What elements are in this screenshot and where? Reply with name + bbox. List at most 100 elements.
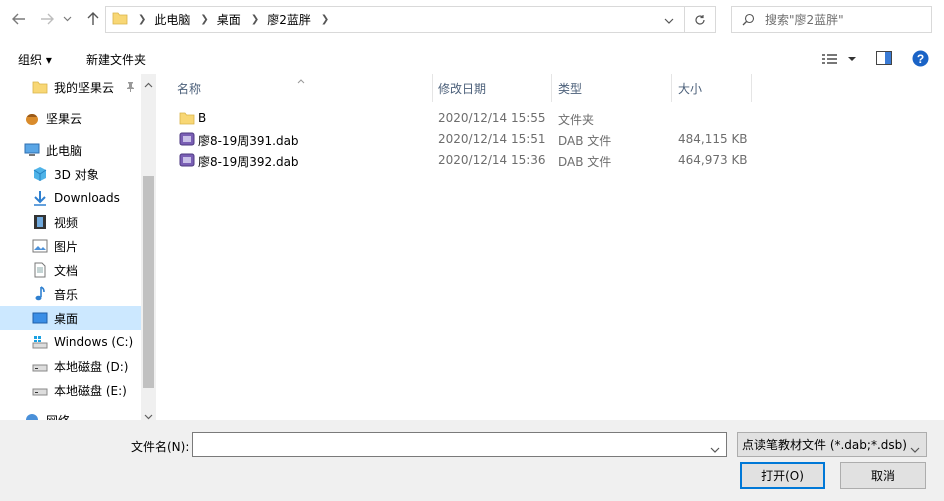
computer-icon [24,142,40,158]
film-icon [32,214,48,230]
column-divider[interactable] [751,74,752,102]
file-row[interactable]: 廖8-19周392.dab 2020/12/14 15:36 DAB 文件 46… [170,150,760,171]
sidebar-item-drive-e[interactable]: 本地磁盘 (E:) [0,378,141,402]
column-header-name[interactable]: 名称 [177,74,201,102]
column-divider[interactable] [551,74,552,102]
breadcrumb-separator[interactable]: ❯ [251,14,259,25]
sidebar-item-my-jianguoyun[interactable]: 我的坚果云 [0,75,141,99]
file-type: 文件夹 [558,113,595,127]
file-name: 廖8-19周392.dab [198,155,299,169]
back-button[interactable] [8,8,30,30]
new-folder-button[interactable]: 新建文件夹 [86,51,146,68]
column-divider[interactable] [671,74,672,102]
filetype-value: 点读笔教材文件 (*.dab;*.dsb) [742,438,907,452]
breadcrumb-desktop[interactable]: 桌面 [217,11,241,28]
sidebar-item-videos[interactable]: 视频 [0,210,141,234]
breadcrumb-separator[interactable]: ❯ [321,14,329,25]
sidebar-item-desktop[interactable]: 桌面 [0,306,141,330]
refresh-button[interactable] [685,6,716,33]
sidebar-item-label: 网络 [46,412,70,421]
breadcrumb-this-pc[interactable]: 此电脑 [154,11,190,28]
file-date: 2020/12/14 15:51 [438,132,546,146]
column-header-type[interactable]: 类型 [558,74,582,102]
search-box[interactable]: 搜索"廖2蓝胖" [731,6,932,33]
preview-pane-button[interactable] [876,51,892,68]
sidebar-item-drive-d[interactable]: 本地磁盘 (D:) [0,354,141,378]
windows-drive-icon [32,334,48,350]
chevron-down-icon [664,18,674,24]
sidebar-item-pictures[interactable]: 图片 [0,234,141,258]
chevron-down-icon [910,442,920,456]
file-type: DAB 文件 [558,155,612,169]
details-view-icon [822,54,856,64]
sidebar-item-label: 音乐 [54,287,79,302]
preview-pane-icon [876,51,892,65]
sidebar-item-this-pc[interactable]: 此电脑 [0,138,141,162]
sidebar-item-label: 我的坚果云 [54,80,115,95]
sidebar-item-downloads[interactable]: Downloads [0,186,141,210]
file-row[interactable]: 廖8-19周391.dab 2020/12/14 15:51 DAB 文件 48… [170,129,760,150]
pin-icon [125,81,136,95]
chevron-down-icon [63,16,71,22]
file-date: 2020/12/14 15:36 [438,153,546,167]
sidebar-item-label: 桌面 [54,311,79,326]
file-date: 2020/12/14 15:55 [438,111,546,125]
drive-icon [32,358,48,374]
column-header-date[interactable]: 修改日期 [438,74,486,102]
file-size: 464,973 KB [678,153,748,167]
folder-icon [32,79,48,95]
filename-label: 文件名(N): [131,440,190,454]
folder-icon [112,10,128,29]
view-options-button[interactable] [821,52,857,69]
navigation-pane: 我的坚果云 坚果云 此电脑 3D 对象 Downloads 视频 图片 文档 音… [0,74,141,420]
help-button[interactable]: ? [912,50,929,70]
nut-icon [24,110,40,126]
sidebar-item-documents[interactable]: 文档 [0,258,141,282]
folder-icon [179,110,195,129]
sidebar-item-music[interactable]: 音乐 [0,282,141,306]
sidebar-item-jianguoyun[interactable]: 坚果云 [0,106,141,130]
file-row[interactable]: B 2020/12/14 15:55 文件夹 [170,108,760,129]
sidebar-item-label: 图片 [54,239,79,254]
dab-file-icon [179,152,195,171]
filetype-select[interactable]: 点读笔教材文件 (*.dab;*.dsb) [737,432,927,457]
recent-locations-button[interactable] [60,8,74,30]
forward-arrow-icon [41,13,54,25]
column-header-size[interactable]: 大小 [678,74,702,102]
column-divider[interactable] [432,74,433,102]
desktop-icon [32,310,48,326]
forward-button[interactable] [36,8,58,30]
breadcrumb-current-folder[interactable]: 廖2蓝胖 [267,11,311,28]
command-bar: 组织 ▾ 新建文件夹 ? [0,44,944,74]
organize-button[interactable]: 组织 ▾ [18,51,52,68]
file-size: 484,115 KB [678,132,748,146]
sidebar-item-label: 文档 [54,263,79,278]
chevron-down-icon[interactable] [710,442,720,456]
sidebar-item-drive-c[interactable]: Windows (C:) [0,330,141,354]
sidebar-scrollbar-thumb[interactable] [143,176,154,388]
document-icon [32,262,48,278]
search-placeholder: 搜索"廖2蓝胖" [765,13,844,27]
network-icon [24,412,40,420]
sidebar-item-label: 视频 [54,215,79,230]
filename-input[interactable] [192,432,727,457]
refresh-icon [695,14,705,25]
sidebar-item-network[interactable]: 网络 [0,408,141,420]
sort-ascending-icon [297,73,305,87]
address-bar[interactable]: ❯ 此电脑 ❯ 桌面 ❯ 廖2蓝胖 ❯ [105,6,685,33]
dab-file-icon [179,131,195,150]
search-icon [742,13,755,26]
sidebar-item-label: 本地磁盘 (D:) [54,359,129,374]
open-button[interactable]: 打开(O) [740,462,825,489]
back-arrow-icon [12,13,25,25]
cancel-button[interactable]: 取消 [840,462,926,489]
scroll-up-icon[interactable] [144,77,153,91]
sidebar-item-label: Windows (C:) [54,335,134,349]
address-history-dropdown[interactable] [664,13,674,27]
sidebar-item-3d-objects[interactable]: 3D 对象 [0,162,141,186]
music-note-icon [32,286,48,302]
file-name: B [198,111,207,125]
breadcrumb-separator: ❯ [138,14,147,25]
up-button[interactable] [82,8,104,30]
breadcrumb-separator[interactable]: ❯ [200,14,208,25]
